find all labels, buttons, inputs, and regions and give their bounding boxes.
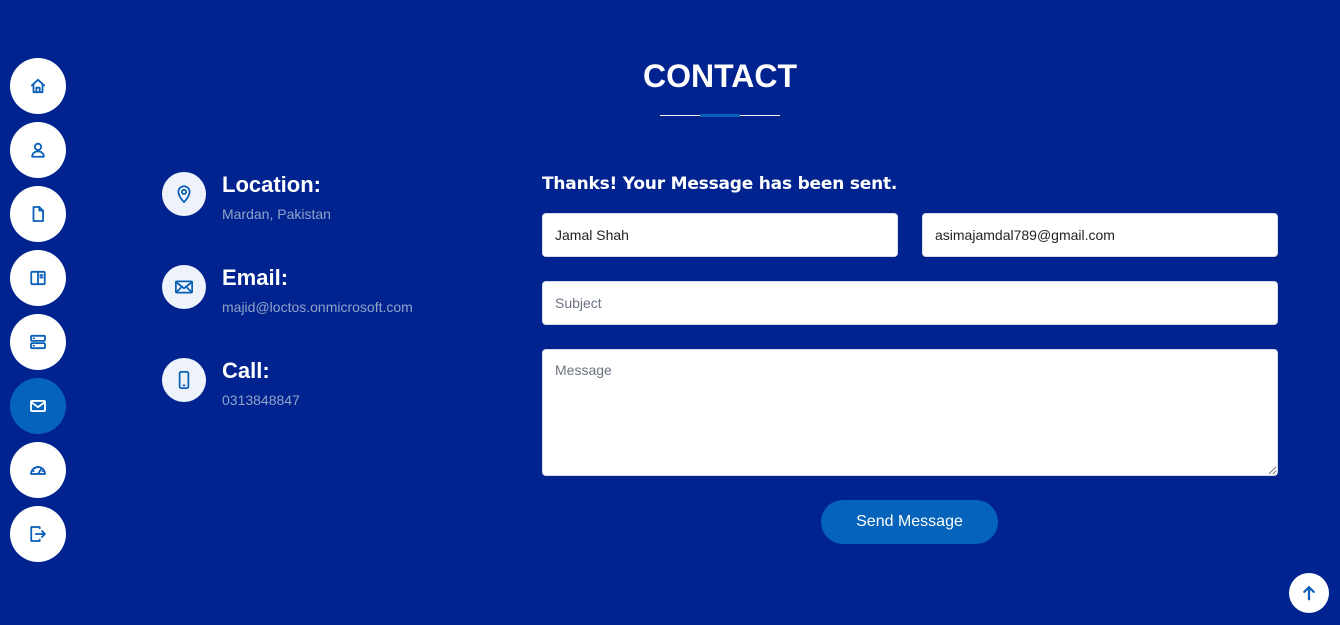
side-navigation: [10, 58, 66, 562]
email-title: Email:: [222, 265, 289, 290]
map-pin-icon: [162, 172, 206, 216]
name-field[interactable]: [542, 213, 898, 257]
call-value: 0313848847: [222, 392, 300, 408]
location-value: Mardan, Pakistan: [222, 206, 331, 222]
envelope-icon: [30, 400, 46, 412]
email-field[interactable]: [922, 213, 1278, 257]
nav-home-button[interactable]: [10, 58, 66, 114]
email-value: majid@loctos.onmicrosoft.com: [222, 299, 413, 315]
section-title: CONTACT: [642, 58, 798, 94]
nav-about-button[interactable]: [10, 122, 66, 178]
person-icon: [31, 142, 45, 158]
arrow-up-icon: [1303, 586, 1315, 601]
location-title: Location:: [222, 172, 321, 197]
nav-portfolio-button[interactable]: [10, 250, 66, 306]
message-field[interactable]: [542, 349, 1278, 476]
contact-form: Thanks! Your Message has been sent. Send…: [542, 174, 1278, 544]
sent-message: Thanks! Your Message has been sent.: [542, 174, 898, 194]
back-to-top-button[interactable]: [1289, 573, 1329, 613]
nav-services-button[interactable]: [10, 314, 66, 370]
call-title: Call:: [222, 358, 270, 383]
home-icon: [30, 78, 46, 94]
title-divider-accent: [700, 114, 740, 117]
phone-icon: [162, 358, 206, 402]
speedometer-icon: [30, 465, 46, 475]
nav-logout-button[interactable]: [10, 506, 66, 562]
nav-dashboard-button[interactable]: [10, 442, 66, 498]
nav-contact-button[interactable]: [10, 378, 66, 434]
subject-field[interactable]: [542, 281, 1278, 325]
envelope-icon: [162, 265, 206, 309]
file-icon: [32, 206, 44, 222]
nav-resume-button[interactable]: [10, 186, 66, 242]
book-icon: [30, 270, 46, 286]
server-icon: [30, 334, 46, 350]
logout-icon: [30, 526, 46, 542]
send-message-button[interactable]: Send Message: [821, 500, 998, 544]
